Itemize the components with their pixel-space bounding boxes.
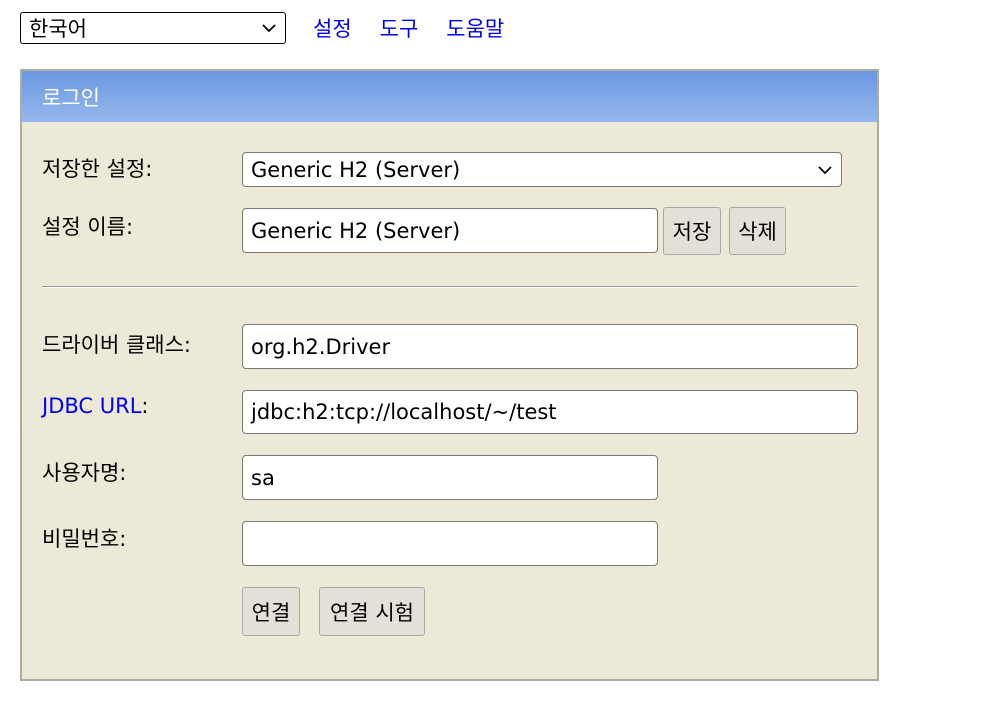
setting-name-label: 설정 이름: [42,215,134,239]
divider [42,286,857,288]
password-label: 비밀번호: [42,527,127,551]
connect-button[interactable]: 연결 [242,587,300,636]
jdbc-url-link[interactable]: JDBC URL [42,394,141,418]
save-button[interactable]: 저장 [663,207,721,255]
username-label: 사용자명: [42,461,127,485]
saved-settings-value: Generic H2 (Server) [251,157,461,182]
jdbc-url-input[interactable]: jdbc:h2:tcp://localhost/~/test [242,390,858,434]
login-panel: 로그인 저장한 설정: Generic H2 (Server) 설정 이름: G… [20,69,879,681]
login-header: 로그인 [22,71,877,122]
top-nav: 설정 도구 도움말 [313,13,504,43]
jdbc-url-colon: : [141,394,149,418]
settings-link[interactable]: 설정 [313,13,352,43]
language-select-value: 한국어 [29,17,87,41]
jdbc-url-label: JDBC URL: [42,394,148,418]
test-connection-button[interactable]: 연결 시험 [319,587,425,636]
username-input[interactable]: sa [242,455,658,500]
chevron-down-icon [818,165,832,174]
driver-class-input[interactable]: org.h2.Driver [242,324,858,369]
setting-name-input[interactable]: Generic H2 (Server) [242,208,658,253]
help-link[interactable]: 도움말 [446,13,504,43]
saved-settings-select[interactable]: Generic H2 (Server) [242,152,842,187]
tools-link[interactable]: 도구 [380,13,419,43]
chevron-down-icon [262,24,276,33]
password-input[interactable] [242,521,658,566]
delete-button[interactable]: 삭제 [729,207,786,255]
language-select[interactable]: 한국어 [20,12,286,44]
saved-settings-label: 저장한 설정: [42,157,153,181]
driver-class-label: 드라이버 클래스: [42,333,191,357]
top-bar: 한국어 설정 도구 도움말 [20,11,504,45]
